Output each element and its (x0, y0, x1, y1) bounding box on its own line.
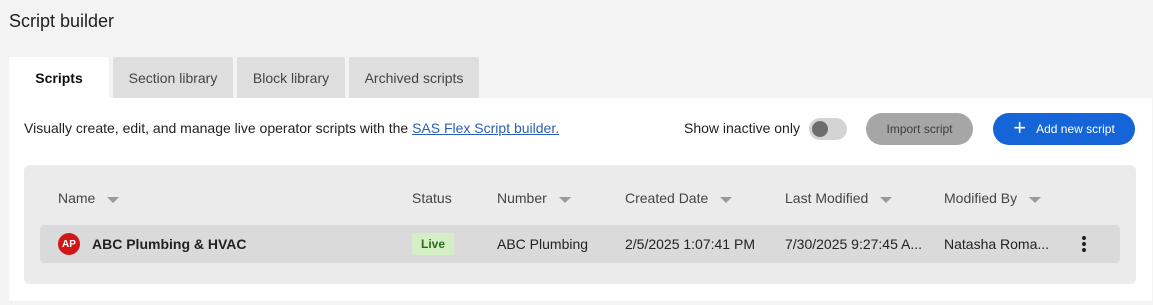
import-script-button[interactable]: Import script (866, 113, 973, 145)
sort-caret-icon (558, 196, 571, 203)
sort-caret-icon (107, 196, 120, 203)
status-badge: Live (412, 233, 455, 255)
tab-bar: Scripts Section library Block library Ar… (9, 57, 483, 98)
column-header-modified-by[interactable]: Modified By (944, 190, 1042, 206)
modified-by: Natasha Roma... (944, 236, 1050, 252)
column-header-modified-label: Last Modified (785, 190, 869, 206)
script-builder-link[interactable]: SAS Flex Script builder. (412, 120, 559, 136)
created-date: 2/5/2025 1:07:41 PM (625, 236, 755, 252)
sort-caret-icon (720, 196, 733, 203)
column-header-name-label: Name (58, 190, 96, 206)
sort-caret-icon (880, 196, 893, 203)
kebab-dot (1082, 242, 1086, 246)
column-header-status: Status (412, 190, 452, 206)
column-header-modified-by-label: Modified By (944, 190, 1018, 206)
more-actions-icon[interactable] (1076, 234, 1092, 254)
plus-icon: + (1013, 115, 1027, 140)
column-header-name[interactable]: Name (58, 190, 120, 206)
column-header-created-date[interactable]: Created Date (625, 190, 733, 206)
script-number: ABC Plumbing (497, 236, 589, 252)
sort-caret-icon (1029, 196, 1042, 203)
toggle-knob (812, 121, 828, 137)
tab-scripts[interactable]: Scripts (9, 57, 109, 98)
add-new-script-button[interactable]: + Add new script (993, 113, 1135, 145)
scripts-table: Name Status Number Created Date Last Mod… (24, 165, 1136, 284)
column-header-status-label: Status (412, 190, 452, 206)
show-inactive-label: Show inactive only (684, 120, 800, 136)
intro-text: Visually create, edit, and manage live o… (24, 120, 559, 136)
script-name: ABC Plumbing & HVAC (92, 236, 247, 252)
page-title: Script builder (9, 11, 115, 31)
last-modified-date: 7/30/2025 9:27:45 A... (785, 236, 923, 252)
column-header-last-modified[interactable]: Last Modified (785, 190, 893, 206)
tab-archived-scripts[interactable]: Archived scripts (349, 57, 479, 98)
add-new-script-label: Add new script (1036, 122, 1115, 136)
column-header-number-label: Number (497, 190, 547, 206)
kebab-dot (1082, 236, 1086, 240)
intro-sentence: Visually create, edit, and manage live o… (24, 120, 413, 136)
avatar: AP (58, 233, 80, 255)
tab-block-library[interactable]: Block library (237, 57, 345, 98)
scripts-panel: Visually create, edit, and manage live o… (9, 98, 1152, 301)
tab-section-library[interactable]: Section library (113, 57, 233, 98)
column-header-number[interactable]: Number (497, 190, 571, 206)
table-row[interactable]: AP ABC Plumbing & HVAC Live ABC Plumbing… (40, 225, 1120, 263)
show-inactive-toggle[interactable] (809, 118, 847, 140)
kebab-dot (1082, 248, 1086, 252)
column-header-created-label: Created Date (625, 190, 709, 206)
